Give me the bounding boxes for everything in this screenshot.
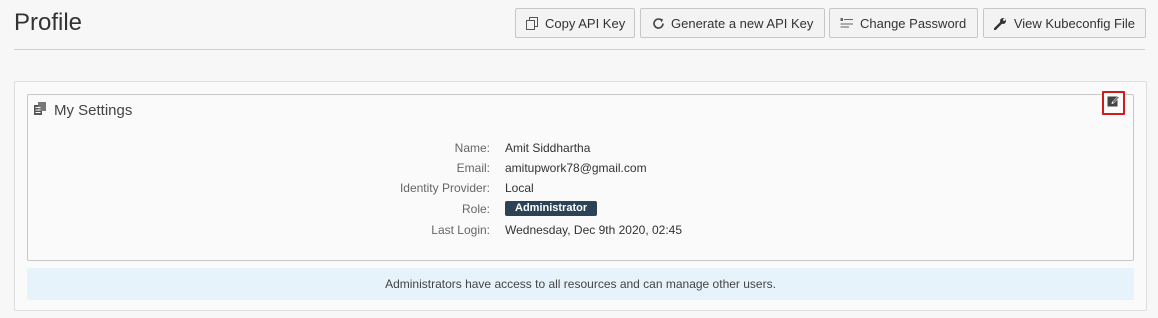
settings-header: My Settings bbox=[34, 100, 132, 120]
copy-api-key-label: Copy API Key bbox=[545, 15, 626, 31]
profile-page: Profile Copy API Key Generate a new API … bbox=[0, 0, 1158, 318]
field-email: Email: amitupwork78@gmail.com bbox=[28, 159, 1133, 179]
role-info-bar: Administrators have access to all resour… bbox=[27, 268, 1134, 300]
copy-icon bbox=[526, 16, 539, 30]
role-badge: Administrator bbox=[505, 201, 598, 216]
generate-api-key-button[interactable]: Generate a new API Key bbox=[640, 8, 825, 38]
refresh-icon bbox=[651, 16, 665, 30]
email-value: amitupwork78@gmail.com bbox=[505, 161, 647, 175]
page-header: Profile Copy API Key Generate a new API … bbox=[14, 0, 1146, 50]
settings-icon bbox=[34, 101, 48, 119]
key-icon bbox=[840, 16, 854, 30]
email-label: Email: bbox=[456, 161, 490, 175]
role-label: Role: bbox=[461, 202, 490, 216]
view-kubeconfig-label: View Kubeconfig File bbox=[1013, 15, 1135, 31]
generate-api-key-label: Generate a new API Key bbox=[671, 15, 814, 31]
field-identity-provider: Identity Provider: Local bbox=[28, 179, 1133, 199]
name-label: Name: bbox=[454, 141, 490, 155]
edit-settings-button[interactable] bbox=[1102, 91, 1125, 115]
last-login-label: Last Login: bbox=[431, 223, 490, 237]
change-password-label: Change Password bbox=[860, 15, 967, 31]
field-name: Name: Amit Siddhartha bbox=[28, 139, 1133, 159]
field-role: Role: Administrator bbox=[28, 200, 1133, 220]
last-login-value: Wednesday, Dec 9th 2020, 02:45 bbox=[505, 223, 683, 237]
view-kubeconfig-button[interactable]: View Kubeconfig File bbox=[983, 8, 1146, 38]
my-settings-box: My Settings Name: Amit Siddhartha Email:… bbox=[27, 91, 1134, 261]
identity-provider-label: Identity Provider: bbox=[399, 181, 490, 195]
change-password-button[interactable]: Change Password bbox=[829, 8, 978, 38]
identity-provider-value: Local bbox=[505, 181, 534, 195]
edit-icon bbox=[1107, 94, 1120, 112]
field-last-login: Last Login: Wednesday, Dec 9th 2020, 02:… bbox=[28, 221, 1133, 241]
settings-panel: My Settings Name: Amit Siddhartha Email:… bbox=[14, 81, 1147, 311]
copy-api-key-button[interactable]: Copy API Key bbox=[515, 8, 635, 38]
role-info-text: Administrators have access to all resour… bbox=[385, 277, 776, 291]
page-title: Profile bbox=[14, 9, 83, 36]
name-value: Amit Siddhartha bbox=[505, 141, 591, 155]
settings-title: My Settings bbox=[54, 101, 133, 119]
wrench-icon bbox=[994, 16, 1008, 30]
